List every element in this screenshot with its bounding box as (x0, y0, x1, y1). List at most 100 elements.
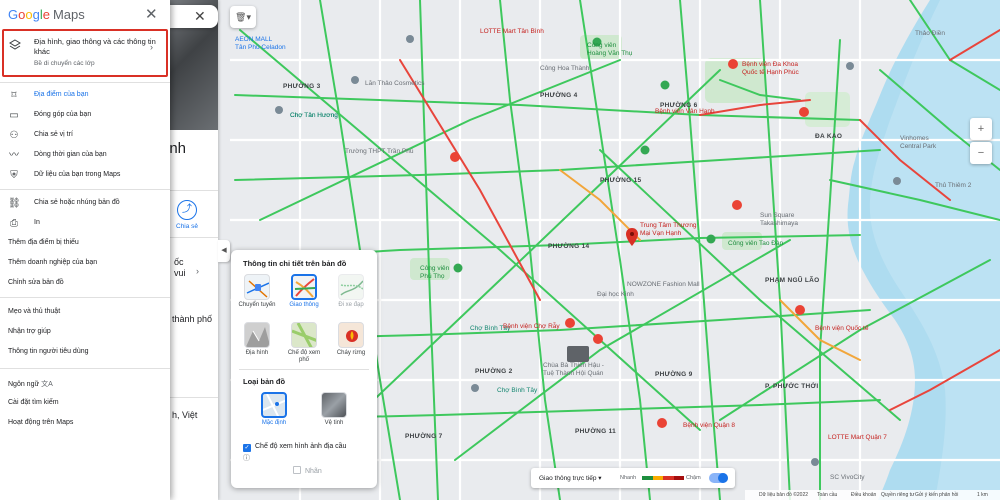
map-place-label[interactable]: Tân Phú Celadon (235, 44, 286, 51)
map-place-label[interactable]: Mại Vạn Hạnh (640, 230, 681, 237)
menu-item-location-sharing[interactable]: ⚇ Chia sẻ vị trí (0, 126, 170, 146)
tile-label: Cháy rừng (336, 350, 366, 356)
map-place-label[interactable]: Chùa Bà Thiên Hậu - (543, 362, 604, 369)
map-place-label[interactable]: AEON MALL (235, 36, 272, 43)
share-icon[interactable]: ⤴ (177, 200, 197, 220)
map-place-label[interactable]: Phú Thọ (420, 273, 444, 280)
menu-item-label: Thêm doanh nghiệp của bạn (8, 259, 98, 266)
map-place-label[interactable]: Vinhomes (900, 135, 929, 142)
footer-terms[interactable]: Điều khoản (851, 492, 876, 498)
zoom-out-button[interactable]: − (970, 142, 992, 164)
footer-privacy[interactable]: Quyền riêng tư (881, 492, 914, 498)
tile-bicycling[interactable]: Đi xe đạp (331, 274, 371, 309)
share-label: Chia sẻ (176, 223, 199, 230)
map-place-label[interactable]: Tuệ Thành Hội Quán (543, 370, 603, 377)
map-place-label[interactable]: Chợ Bình Tây (497, 387, 537, 394)
menu-item-edit-map[interactable]: Chỉnh sửa bản đồ (0, 274, 170, 294)
close-menu-button[interactable]: ✕ (145, 5, 158, 23)
traffic-toggle[interactable] (709, 473, 728, 483)
map-place-label[interactable]: Quốc tế Hạnh Phúc (742, 69, 799, 76)
map-place-label[interactable]: Bệnh viện Quận 8 (683, 422, 735, 429)
menu-item-share-embed[interactable]: ⛓ Chia sẻ hoặc nhúng bản đồ (0, 194, 170, 214)
map-place-label[interactable]: Thủ Thiêm 2 (935, 182, 971, 189)
menu-item-add-missing-place[interactable]: Thêm địa điểm bị thiếu (0, 234, 170, 254)
map-place-label[interactable]: Công viên (587, 42, 616, 49)
map-place-label[interactable]: Sun Square (760, 212, 794, 219)
map-details-title: Thông tin chi tiết trên bản đồ (243, 259, 347, 268)
map-place-label[interactable]: Bệnh viện Vân Hạnh (655, 108, 715, 115)
menu-item-label: In (34, 219, 40, 226)
menu-item-maps-activity[interactable]: Hoạt động trên Maps (0, 414, 170, 434)
map-place-label[interactable]: Lăn Thảo Cosmetics (365, 80, 425, 87)
traffic-mode-select[interactable]: Giao thông trực tiếp ▾ (539, 474, 602, 482)
tile-terrain[interactable]: Địa hình (237, 322, 277, 357)
close-icon[interactable]: ✕ (194, 8, 206, 25)
map-place-label[interactable]: Công Hoa Thành (540, 65, 589, 72)
menu-item-help[interactable]: Nhận trợ giúp (0, 323, 170, 343)
map-place-label[interactable]: PHƯỜNG 9 (655, 371, 693, 378)
search-box-edge[interactable]: ✕ (170, 5, 218, 28)
map-type-satellite[interactable]: Vệ tinh (314, 392, 354, 427)
map-place-label[interactable]: LOTTE Mart Tân Bình (480, 28, 544, 35)
place-text-fragment: h, Việt (172, 410, 198, 420)
map-place-label[interactable]: NOWZONE Fashion Mall (627, 281, 700, 288)
map-type-default[interactable]: Mặc định (254, 392, 294, 427)
map-place-label[interactable]: Bệnh viện Chợ Rẫy (503, 323, 560, 330)
location-share-icon: ⚇ (9, 130, 19, 141)
map-place-label[interactable]: Thảo Điền (915, 30, 945, 37)
map-place-label[interactable]: PHƯỜNG 4 (540, 92, 578, 99)
footer-country[interactable]: Toàn cầu (817, 492, 837, 498)
map-place-label[interactable]: PHƯỜNG 7 (405, 433, 443, 440)
menu-item-search-settings[interactable]: Cài đặt tìm kiếm (0, 394, 170, 414)
help-icon[interactable]: ⓘ (243, 453, 250, 463)
map-place-label[interactable]: Đại học Kinh (597, 291, 634, 298)
map-place-label[interactable]: PHẠM NGŨ LÃO (765, 277, 820, 284)
footer-feedback[interactable]: Gửi ý kiến phản hồi (915, 492, 958, 498)
timeline-icon: 〰 (9, 150, 19, 161)
menu-item-tips[interactable]: Mẹo và thủ thuật (0, 303, 170, 323)
map-place-label[interactable]: Trường THPT Trần Phú (345, 148, 413, 155)
map-place-label[interactable]: P. PHƯỚC THỚI (765, 383, 819, 390)
map-place-label[interactable]: PHƯỜNG 11 (575, 428, 616, 435)
collapse-panel-button[interactable]: ◀ (218, 240, 230, 262)
menu-item-add-business[interactable]: Thêm doanh nghiệp của bạn (0, 254, 170, 274)
map-place-label[interactable]: Takashimaya (760, 220, 798, 227)
menu-item-your-data[interactable]: ⛨ Dữ liệu của bạn trong Maps (0, 166, 170, 186)
map-place-label[interactable]: Công viên (420, 265, 449, 272)
place-text-fragment: thành phố (172, 314, 213, 324)
menu-item-your-places[interactable]: ⌑ Địa điểm của bạn (0, 86, 170, 106)
tile-wildfires[interactable]: Cháy rừng (331, 322, 371, 357)
map-place-label[interactable]: SC VivoCity (830, 474, 865, 481)
wildfire-icon (338, 322, 364, 348)
map-place-label[interactable]: PHƯỜNG 3 (283, 83, 321, 90)
transit-icon (244, 274, 270, 300)
menu-item-consumer-info[interactable]: Thông tin người tiêu dùng (0, 343, 170, 363)
zoom-in-button[interactable]: + (970, 118, 992, 140)
map-place-label[interactable]: Hoàng Văn Thụ (587, 50, 632, 57)
map-place-label[interactable]: PHƯỜNG 14 (548, 243, 589, 250)
tile-street-view[interactable]: Chế độ xem phố (284, 322, 324, 364)
map-layers-menu-item[interactable]: Địa hình, giao thông và các thông tin kh… (2, 29, 168, 77)
map-place-label[interactable]: Bệnh viện Đa Khoa (742, 61, 798, 68)
toolbar-category-button[interactable]: 🗑▾ (230, 6, 256, 28)
tile-traffic[interactable]: Giao thông (284, 274, 324, 309)
map-place-label[interactable]: Bệnh viện Quốc tế (815, 325, 868, 332)
map-place-label[interactable]: PHƯỜNG 2 (475, 368, 513, 375)
map-place-label[interactable]: Central Park (900, 143, 936, 150)
chevron-right-icon[interactable]: › (196, 266, 199, 276)
globe-view-checkbox[interactable]: ✓ Chế độ xem hình ảnh địa cầu (243, 443, 346, 452)
menu-item-print[interactable]: ⎙ In (0, 214, 170, 234)
map-place-label[interactable]: Công viên Tao Đàn (728, 240, 783, 247)
menu-item-contributions[interactable]: ▭ Đóng góp của bạn (0, 106, 170, 126)
satellite-icon (321, 392, 347, 418)
menu-item-language[interactable]: Ngôn ngữ 文A (0, 374, 170, 394)
map-place-label[interactable]: Chợ Tân Hương (290, 112, 338, 119)
side-menu: Google Maps ✕ Địa hình, giao thông và các… (0, 0, 170, 500)
menu-item-timeline[interactable]: 〰 Dòng thời gian của bạn (0, 146, 170, 166)
map-place-label[interactable]: PHƯỜNG 15 (600, 177, 641, 184)
map-place-label[interactable]: Trung Tâm Thương (640, 222, 697, 229)
map-place-label[interactable]: ĐA KAO (815, 133, 842, 140)
map-place-label[interactable]: LOTTE Mart Quận 7 (828, 434, 887, 441)
menu-item-label: Đóng góp của bạn (34, 111, 92, 118)
tile-transit[interactable]: Chuyển tuyến (237, 274, 277, 309)
